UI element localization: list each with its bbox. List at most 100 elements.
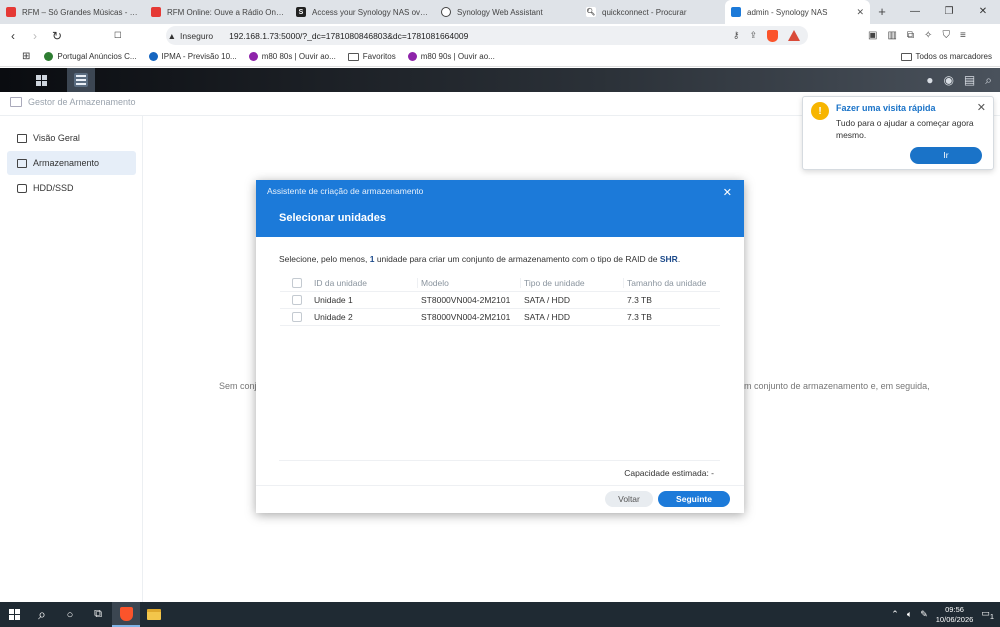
- sidebar-icon[interactable]: ▥: [887, 30, 896, 41]
- browser-tab[interactable]: Synology Web Assistant: [435, 0, 580, 24]
- divider: [279, 460, 720, 461]
- column-header[interactable]: Modelo: [417, 278, 520, 288]
- grid-icon: [35, 74, 47, 86]
- windows-taskbar: ⌕ ○ ⧉ ⌃ 🔈︎ ✎ 09:56 10/06/2026 ▭1: [0, 602, 1000, 627]
- vpn-icon[interactable]: ⛉: [942, 30, 950, 41]
- bookmark-item[interactable]: m80 90s | Ouvir ao...: [407, 52, 495, 61]
- system-tray: ⌃ 🔈︎ ✎ 09:56 10/06/2026 ▭1: [891, 605, 1000, 625]
- dsm-taskbar: ● ◉ ▤ ⌕: [0, 68, 1000, 92]
- bookmark-folder[interactable]: Favoritos: [347, 52, 396, 61]
- back-icon[interactable]: ‹: [4, 29, 22, 43]
- column-header[interactable]: Tipo de unidade: [520, 278, 623, 288]
- browser-tab[interactable]: RFM – Só Grandes Músicas - Rádio Online: [0, 0, 145, 24]
- chat-icon[interactable]: ●: [926, 73, 933, 87]
- browser-tab[interactable]: S Access your Synology NAS over the Inte…: [290, 0, 435, 24]
- back-button[interactable]: Voltar: [605, 491, 653, 507]
- close-icon[interactable]: ✕: [723, 186, 732, 199]
- bookmark-label: IPMA - Previsão 10...: [161, 52, 237, 61]
- security-label: Inseguro: [180, 30, 214, 41]
- drive-type: SATA / HDD: [524, 295, 570, 305]
- security-indicator[interactable]: ▲ Inseguro: [168, 31, 214, 41]
- browser-tab-active[interactable]: admin - Synology NAS ✕: [725, 0, 870, 24]
- row-checkbox[interactable]: [292, 312, 302, 322]
- drive-id: Unidade 2: [314, 312, 353, 322]
- brave-taskbar-button[interactable]: [112, 602, 140, 627]
- main-menu-button[interactable]: [27, 68, 55, 92]
- rfm-favicon-icon: [6, 7, 16, 17]
- bookmark-favicon-icon: [248, 52, 258, 61]
- wallet-icon[interactable]: ▣: [868, 30, 877, 41]
- folder-icon: [900, 52, 912, 61]
- url-text[interactable]: 192.168.1.73:5000/?_dc=1781080846803&dc=…: [229, 31, 468, 41]
- table-row[interactable]: Unidade 2 ST8000VN004-2M2101 SATA / HDD …: [280, 309, 720, 326]
- column-header[interactable]: ID da unidade: [314, 278, 417, 288]
- all-bookmarks[interactable]: Todos os marcadores: [900, 52, 992, 61]
- rfm-favicon-icon: [151, 7, 161, 17]
- tab-title: quickconnect - Procurar: [602, 7, 687, 17]
- select-all-checkbox[interactable]: [292, 278, 302, 288]
- bookmark-label: m80 80s | Ouvir ao...: [261, 52, 336, 61]
- task-view-button[interactable]: ⧉: [84, 602, 112, 627]
- drive-size: 7.3 TB: [627, 312, 652, 322]
- explorer-taskbar-button[interactable]: [140, 602, 168, 627]
- close-tab-icon[interactable]: ✕: [856, 7, 864, 18]
- notification-count: 1: [989, 611, 994, 621]
- brave-rewards-icon[interactable]: [788, 29, 800, 41]
- omnibox[interactable]: ☐ ▲ Inseguro 192.168.1.73:5000/?_dc=1781…: [114, 26, 808, 45]
- storage-manager-taskbar-button[interactable]: [67, 68, 95, 92]
- bookmark-item[interactable]: m80 80s | Ouvir ao...: [248, 52, 336, 61]
- bookmark-page-icon[interactable]: ☐: [114, 30, 122, 41]
- brave-shields-icon[interactable]: [767, 29, 778, 42]
- row-checkbox[interactable]: [292, 295, 302, 305]
- extensions-icon[interactable]: ⧉: [907, 30, 914, 41]
- bookmark-item[interactable]: Portugal Anúncios C...: [44, 52, 137, 61]
- brave-icon: [119, 606, 133, 621]
- search-icon: ⌕: [38, 606, 46, 622]
- storage-manager-icon: [74, 73, 88, 87]
- key-icon[interactable]: ⚷: [733, 30, 740, 42]
- dialog-window-title: Assistente de criação de armazenamento: [267, 186, 424, 196]
- dialog-step-title: Selecionar unidades: [279, 212, 386, 224]
- next-button[interactable]: Seguinte: [658, 491, 730, 507]
- bookmark-label: Favoritos: [362, 52, 396, 61]
- cortana-button[interactable]: ○: [56, 602, 84, 627]
- tab-title: Access your Synology NAS over the Intern…: [312, 7, 429, 17]
- search-icon[interactable]: ⌕: [985, 73, 992, 88]
- reload-icon[interactable]: ↻: [48, 29, 66, 43]
- divider: [256, 485, 744, 486]
- new-tab-button[interactable]: +: [870, 0, 894, 24]
- forward-icon[interactable]: ›: [26, 29, 44, 43]
- leo-icon[interactable]: ✧: [924, 30, 932, 41]
- clock[interactable]: 09:56 10/06/2026: [936, 605, 974, 625]
- pen-icon[interactable]: ✎: [920, 609, 928, 620]
- share-icon[interactable]: ⇪: [749, 30, 757, 42]
- volume-icon[interactable]: 🔈︎: [907, 609, 912, 620]
- apps-icon[interactable]: ⊞: [22, 51, 30, 62]
- drive-id: Unidade 1: [314, 295, 353, 305]
- desc-text: .: [677, 254, 681, 264]
- drive-model: ST8000VN004-2M2101: [421, 295, 511, 305]
- column-header[interactable]: Tamanho da unidade: [623, 278, 720, 288]
- table-row[interactable]: Unidade 1 ST8000VN004-2M2101 SATA / HDD …: [280, 292, 720, 309]
- chevron-up-icon[interactable]: ⌃: [891, 609, 899, 620]
- minimize-icon[interactable]: —: [898, 0, 932, 24]
- browser-tab[interactable]: RFM Online: Ouve a Rádio Online - Só Gra…: [145, 0, 290, 24]
- toolbar-right: ▣ ▥ ⧉ ✧ ⛉ ≡: [868, 30, 966, 41]
- menu-icon[interactable]: ≡: [960, 30, 966, 41]
- globe-icon: [441, 7, 451, 17]
- all-bookmarks-label: Todos os marcadores: [915, 52, 992, 61]
- restore-icon[interactable]: ❐: [932, 0, 966, 24]
- warning-icon: ▲: [167, 30, 177, 41]
- close-window-icon[interactable]: ✕: [966, 0, 1000, 24]
- user-icon[interactable]: ◉: [943, 73, 953, 87]
- search-icon: 🔍︎: [586, 7, 596, 17]
- search-button[interactable]: ⌕: [28, 602, 56, 627]
- circle-icon: ○: [66, 608, 74, 621]
- start-button[interactable]: [0, 602, 28, 627]
- address-bar-row: ‹ › ↻ ☐ ▲ Inseguro 192.168.1.73:5000/?_d…: [0, 24, 1000, 47]
- browser-tab[interactable]: 🔍︎ quickconnect - Procurar: [580, 0, 725, 24]
- widgets-icon[interactable]: ▤: [964, 73, 975, 87]
- bookmark-item[interactable]: IPMA - Previsão 10...: [148, 52, 237, 61]
- drive-type: SATA / HDD: [524, 312, 570, 322]
- notification-icon[interactable]: ▭1: [981, 608, 994, 621]
